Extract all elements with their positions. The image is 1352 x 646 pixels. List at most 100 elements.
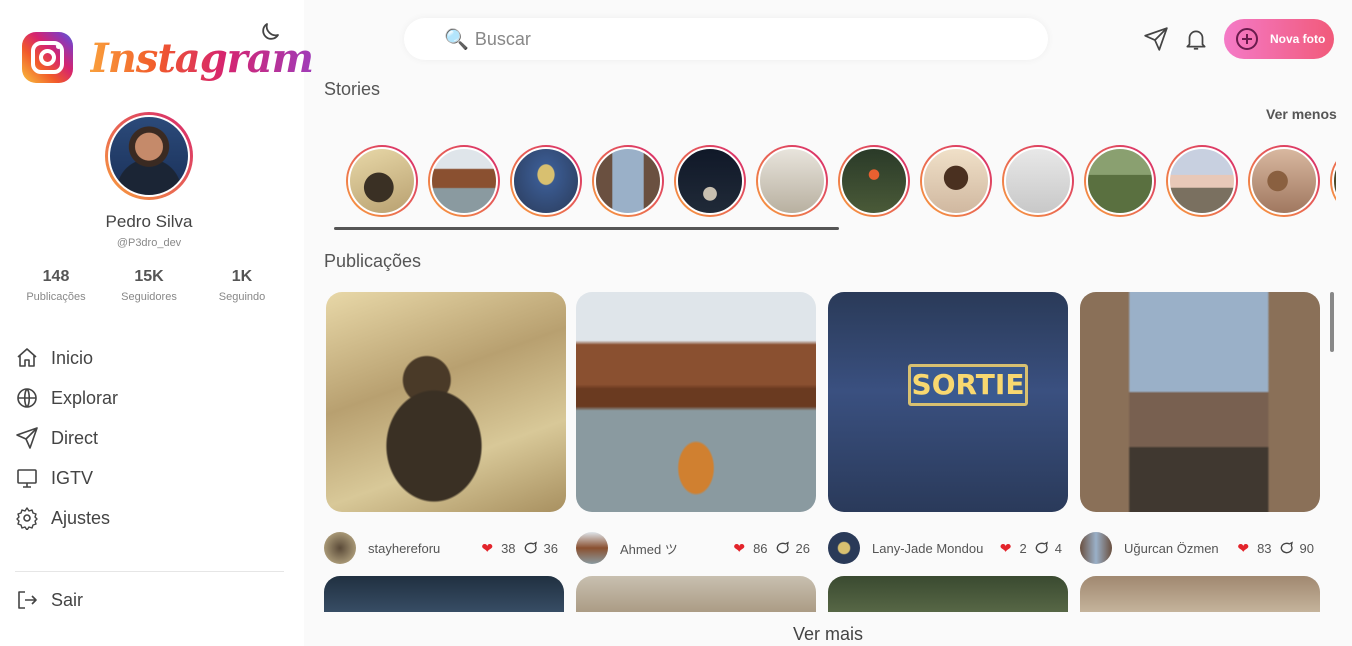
stat-following: 1K Seguindo [197, 268, 287, 303]
user-avatar[interactable] [1080, 532, 1112, 564]
story-avatar[interactable] [1002, 145, 1074, 217]
load-more-link[interactable]: Ver mais [304, 612, 1352, 646]
story-thumbnail [1086, 147, 1154, 215]
heart-icon[interactable]: ❤ [481, 540, 493, 557]
story-avatar[interactable] [756, 145, 828, 217]
post-meta: Ahmed ツ ❤ 86 26 [576, 532, 816, 564]
globe-icon [17, 388, 37, 408]
comments-count: 36 [543, 540, 558, 556]
post-image[interactable] [324, 576, 564, 616]
feed-title: Publicações [324, 251, 422, 271]
comment-icon[interactable] [774, 540, 790, 556]
gear-icon [16, 507, 38, 530]
nav-item-ajustes[interactable]: Ajustes [15, 504, 285, 532]
user-avatar[interactable] [576, 532, 608, 564]
comments-count: 26 [795, 540, 810, 556]
post-meta: Uğurcan Özmen ❤ 83 90 [1080, 532, 1320, 564]
stories-toggle-link[interactable]: Ver menos [1266, 106, 1337, 122]
post-image[interactable] [828, 576, 1068, 616]
nav-label: Explorar [51, 387, 119, 408]
post-meta: stayhereforu ❤ 38 36 [324, 532, 564, 564]
comments-count: 90 [1299, 540, 1314, 556]
likes-count: 38 [501, 540, 516, 556]
post-image[interactable] [326, 292, 566, 512]
new-photo-label: Nova foto [1270, 32, 1326, 46]
story-avatar[interactable] [1084, 145, 1156, 217]
story-avatar[interactable] [510, 145, 582, 217]
comment-icon[interactable] [522, 540, 538, 556]
nav-item-direct[interactable]: Direct [15, 424, 285, 452]
story-avatar[interactable] [1248, 145, 1320, 217]
sidebar: Instagram Pedro Silva @P3dro_dev 148 Pub… [0, 0, 314, 646]
tv-icon [17, 469, 37, 488]
story-thumbnail [594, 147, 662, 215]
user-avatar[interactable] [324, 532, 356, 564]
home-icon [17, 348, 37, 367]
story-avatar[interactable] [1166, 145, 1238, 217]
story-thumbnail [1004, 147, 1072, 215]
post-image[interactable] [1080, 292, 1320, 512]
story-avatar[interactable] [592, 145, 664, 217]
stat-value: 148 [42, 268, 70, 285]
story-thumbnail [430, 147, 498, 215]
user-avatar[interactable] [828, 532, 860, 564]
direct-send-icon[interactable] [1143, 26, 1169, 52]
heart-icon[interactable]: ❤ [1237, 540, 1249, 557]
post-username[interactable]: Uğurcan Özmen [1124, 541, 1237, 556]
moon-icon[interactable] [258, 20, 282, 44]
logout-icon [18, 591, 37, 609]
nav-item-inicio[interactable]: Inicio [15, 344, 285, 372]
main-content: 🔍 Nova foto Stories Ver menos Publicaçõe… [304, 0, 1352, 646]
sortie-sign: SORTIE [908, 364, 1028, 406]
logout-button[interactable]: Sair [15, 586, 285, 614]
stories-scrollbar[interactable] [334, 227, 839, 230]
story-thumbnail [840, 147, 908, 215]
sidebar-divider [15, 571, 284, 572]
post-username[interactable]: Lany-Jade Mondou [872, 541, 1000, 556]
stat-value: 15K [134, 268, 164, 285]
new-photo-button[interactable]: Nova foto [1224, 19, 1334, 59]
story-thumbnail [1250, 147, 1318, 215]
nav-label: Inicio [51, 347, 94, 368]
post-username[interactable]: stayhereforu [368, 541, 481, 556]
heart-icon[interactable]: ❤ [733, 540, 745, 557]
story-avatar[interactable] [346, 145, 418, 217]
story-thumbnail [758, 147, 826, 215]
nav-label: IGTV [51, 467, 94, 488]
story-thumbnail [1168, 147, 1236, 215]
instagram-logo-icon[interactable] [22, 32, 73, 83]
post-username[interactable]: Ahmed ツ [620, 539, 733, 558]
search-input[interactable] [474, 28, 995, 50]
search-icon: 🔍 [444, 28, 469, 51]
post-image[interactable] [576, 292, 816, 512]
likes-count: 86 [753, 540, 768, 556]
nav-item-igtv[interactable]: IGTV [15, 464, 285, 492]
stories-title: Stories [324, 79, 381, 99]
nav-item-explorar[interactable]: Explorar [15, 384, 285, 412]
story-avatar[interactable] [1330, 145, 1336, 217]
logout-label: Sair [51, 589, 84, 610]
comments-count: 4 [1054, 540, 1062, 556]
comment-icon[interactable] [1033, 540, 1049, 556]
feed-scrollbar[interactable] [1330, 292, 1334, 352]
stat-followers: 15K Seguidores [104, 268, 194, 303]
post-image[interactable]: SORTIE [828, 292, 1068, 512]
search-bar[interactable]: 🔍 [404, 18, 1048, 60]
story-thumbnail [512, 147, 580, 215]
post-image[interactable] [576, 576, 816, 616]
story-avatar[interactable] [920, 145, 992, 217]
story-avatar[interactable] [674, 145, 746, 217]
post-image[interactable] [1080, 576, 1320, 616]
profile-handle: @P3dro_dev [116, 237, 182, 249]
heart-icon[interactable]: ❤ [1000, 540, 1012, 557]
stat-label: Publicações [26, 291, 86, 303]
profile-avatar[interactable] [105, 112, 193, 200]
stories-strip [346, 145, 1336, 219]
send-icon [16, 427, 38, 449]
story-avatar[interactable] [838, 145, 910, 217]
story-avatar[interactable] [428, 145, 500, 217]
stat-label: Seguindo [218, 291, 266, 303]
bell-icon[interactable] [1183, 26, 1209, 52]
stat-posts: 148 Publicações [11, 268, 101, 303]
comment-icon[interactable] [1278, 540, 1294, 556]
